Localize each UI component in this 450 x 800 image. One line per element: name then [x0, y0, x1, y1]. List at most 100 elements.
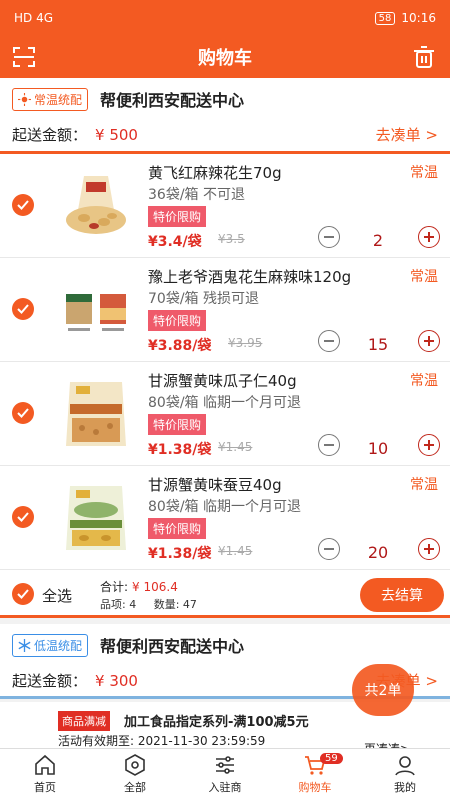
- store-name: 帮便利西安配送中心: [100, 637, 245, 656]
- increase-qty-button[interactable]: [418, 226, 440, 248]
- tab-label: 购物车: [298, 781, 332, 794]
- cart-item: 甘源蟹黄味瓜子仁40g 80袋/箱 临期一个月可退 特价限购 ¥1.38/袋 ¥…: [0, 362, 450, 466]
- ambient-tag: 常温统配: [12, 87, 89, 111]
- item-counts: 品项: 4 数量: 47: [100, 596, 211, 612]
- min-order-label: 起送金额： ¥ 300: [12, 670, 138, 691]
- tab-profile[interactable]: 我的: [360, 749, 450, 800]
- sliders-icon: [216, 756, 234, 774]
- tab-home[interactable]: 首页: [0, 749, 90, 800]
- bean-bag-icon: [66, 486, 126, 550]
- product-price: ¥3.4/袋: [148, 234, 202, 250]
- order-count-float-button[interactable]: 共2单: [352, 664, 414, 716]
- product-name[interactable]: 甘源蟹黄味瓜子仁40g: [148, 370, 297, 391]
- total-value: ¥ 106.4: [132, 580, 178, 594]
- cart-badge: 59: [320, 753, 343, 764]
- min-order-text: 起送金额：: [12, 672, 88, 690]
- clock: 10:16: [401, 11, 436, 25]
- sun-icon: [18, 92, 31, 106]
- product-name[interactable]: 豫上老爷酒鬼花生麻辣味120g: [148, 266, 351, 287]
- product-spec: 80袋/箱 临期一个月可退: [148, 395, 301, 411]
- select-all-label[interactable]: 全选: [42, 585, 72, 606]
- checkout-button[interactable]: 去结算: [360, 578, 444, 612]
- quantity-value[interactable]: 20: [350, 543, 406, 562]
- network-indicator: HD 4G: [14, 11, 54, 25]
- page-title: 购物车: [198, 48, 252, 69]
- storage-type: 常温: [410, 165, 438, 181]
- top-nav-bar: 购物车: [0, 36, 450, 78]
- promotion-title: 加工食品指定系列-满100减5元: [124, 715, 309, 730]
- increase-qty-button[interactable]: [418, 538, 440, 560]
- tab-merchants[interactable]: 入驻商: [180, 749, 270, 800]
- decrease-qty-button[interactable]: [318, 226, 340, 248]
- product-price: ¥1.38/袋: [148, 442, 212, 458]
- storage-type: 常温: [410, 477, 438, 493]
- decrease-qty-button[interactable]: [318, 434, 340, 456]
- increase-qty-button[interactable]: [418, 330, 440, 352]
- quantity-value[interactable]: 2: [350, 231, 406, 250]
- tab-label: 首页: [34, 781, 56, 794]
- cart-item: 黄飞红麻辣花生70g 36袋/箱 不可退 特价限购 ¥3.4/袋 ¥3.5 常温…: [0, 154, 450, 258]
- product-price: ¥3.88/袋: [148, 338, 212, 354]
- status-bar: HD 4G 58 10:16: [0, 0, 450, 36]
- home-icon: [35, 754, 55, 775]
- promo-badge: 特价限购: [148, 518, 207, 539]
- promotion-tag: 商品满减: [58, 711, 110, 731]
- product-spec: 80袋/箱 临期一个月可退: [148, 499, 301, 515]
- promo-badge: 特价限购: [148, 310, 207, 331]
- cart-item-list: 黄飞红麻辣花生70g 36袋/箱 不可退 特价限购 ¥3.4/袋 ¥3.5 常温…: [0, 154, 450, 570]
- cart-item: 豫上老爷酒鬼花生麻辣味120g 70袋/箱 残损可退 特价限购 ¥3.88/袋 …: [0, 258, 450, 362]
- tab-cart[interactable]: 59 购物车: [270, 749, 360, 800]
- min-order-label: 起送金额： ¥ 500: [12, 124, 138, 145]
- select-all-checkbox[interactable]: [12, 583, 34, 605]
- item-checkbox[interactable]: [12, 298, 34, 320]
- quantity-value[interactable]: 10: [350, 439, 406, 458]
- peanut-box-icon: [66, 294, 126, 331]
- original-price: ¥1.45: [218, 440, 253, 454]
- hexagon-icon: [125, 754, 145, 776]
- tab-label: 入驻商: [208, 781, 242, 794]
- min-order-value: ¥ 500: [95, 126, 138, 144]
- bottom-tab-bar: 首页 全部 入驻商 59 购物车 我的: [0, 748, 450, 800]
- product-name[interactable]: 甘源蟹黄味蚕豆40g: [148, 474, 282, 495]
- promo-badge: 特价限购: [148, 414, 207, 435]
- tab-label: 全部: [124, 781, 146, 794]
- cold-chain-tag: 低温统配: [12, 633, 89, 657]
- store-name: 帮便利西安配送中心: [100, 91, 245, 110]
- store-card-ambient: 常温统配 帮便利西安配送中心 起送金额： ¥ 500 去凑单 >: [0, 78, 450, 154]
- product-spec: 36袋/箱 不可退: [148, 187, 245, 203]
- increase-qty-button[interactable]: [418, 434, 440, 456]
- add-more-link[interactable]: 去凑单 >: [376, 124, 438, 145]
- store-summary-bar: 全选 合计: ¥ 106.4 品项: 4 数量: 47 去结算: [0, 570, 450, 618]
- user-icon: [395, 756, 415, 776]
- item-checkbox[interactable]: [12, 194, 34, 216]
- item-checkbox[interactable]: [12, 506, 34, 528]
- quantity-value[interactable]: 15: [350, 335, 406, 354]
- trash-icon[interactable]: [412, 46, 436, 68]
- peanut-bag-icon: [66, 176, 126, 234]
- original-price: ¥3.5: [218, 232, 245, 246]
- snowflake-icon: [18, 638, 31, 652]
- product-name[interactable]: 黄飞红麻辣花生70g: [148, 162, 282, 183]
- item-types-count: 品项: 4: [100, 598, 137, 611]
- min-order-value: ¥ 300: [95, 672, 138, 690]
- ambient-tag-label: 常温统配: [34, 92, 83, 107]
- cart-item: 甘源蟹黄味蚕豆40g 80袋/箱 临期一个月可退 特价限购 ¥1.38/袋 ¥1…: [0, 466, 450, 570]
- battery-indicator: 58: [374, 11, 396, 25]
- seed-bag-icon: [66, 382, 126, 446]
- item-checkbox[interactable]: [12, 402, 34, 424]
- tab-all[interactable]: 全部: [90, 749, 180, 800]
- cold-chain-tag-label: 低温统配: [34, 638, 83, 653]
- product-price: ¥1.38/袋: [148, 546, 212, 562]
- scan-icon[interactable]: [12, 46, 36, 68]
- storage-type: 常温: [410, 269, 438, 285]
- total-label: 合计:: [100, 580, 129, 594]
- total-amount: 合计: ¥ 106.4: [100, 578, 178, 595]
- tab-label: 我的: [394, 781, 416, 794]
- decrease-qty-button[interactable]: [318, 330, 340, 352]
- min-order-text: 起送金额：: [12, 126, 88, 144]
- promotion-expiry: 活动有效期至: 2021-11-30 23:59:59: [58, 734, 266, 748]
- decrease-qty-button[interactable]: [318, 538, 340, 560]
- original-price: ¥3.95: [228, 336, 263, 350]
- storage-type: 常温: [410, 373, 438, 389]
- promo-badge: 特价限购: [148, 206, 207, 227]
